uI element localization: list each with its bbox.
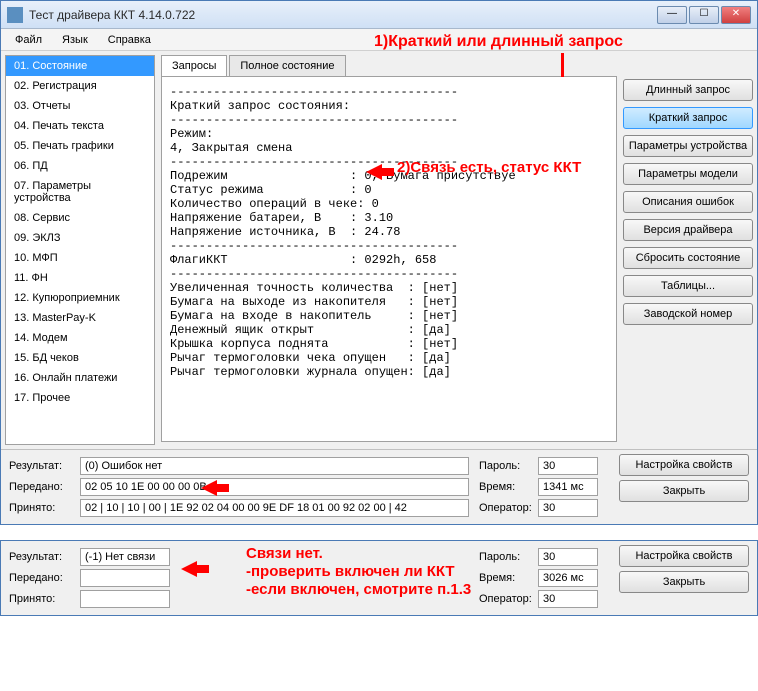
- titlebar: Тест драйвера ККТ 4.14.0.722 — ☐ ✕: [1, 1, 757, 29]
- sidebar-item-mfp[interactable]: 10. МФП: [6, 248, 154, 268]
- error-desc-button[interactable]: Описания ошибок: [623, 191, 753, 213]
- maximize-button[interactable]: ☐: [689, 6, 719, 24]
- sent-label: Передано:: [9, 572, 74, 584]
- arrow-left-icon: [201, 480, 217, 496]
- time-label: Время:: [479, 481, 534, 493]
- sidebar-item-fn[interactable]: 11. ФН: [6, 268, 154, 288]
- recv-label: Принято:: [9, 502, 74, 514]
- password-label: Пароль:: [479, 551, 534, 563]
- sidebar-item-reports[interactable]: 03. Отчеты: [6, 96, 154, 116]
- minimize-button[interactable]: —: [657, 6, 687, 24]
- sidebar-item-eklz[interactable]: 09. ЭКЛЗ: [6, 228, 154, 248]
- password-label: Пароль:: [479, 460, 534, 472]
- tables-button[interactable]: Таблицы...: [623, 275, 753, 297]
- long-query-button[interactable]: Длинный запрос: [623, 79, 753, 101]
- short-query-button[interactable]: Краткий запрос: [623, 107, 753, 129]
- tab-full-state[interactable]: Полное состояние: [229, 55, 345, 76]
- window-title: Тест драйвера ККТ 4.14.0.722: [29, 8, 657, 22]
- password-field[interactable]: [538, 457, 598, 475]
- result-field[interactable]: [80, 457, 469, 475]
- close-button[interactable]: ✕: [721, 6, 751, 24]
- password-field-2[interactable]: [538, 548, 598, 566]
- operator-field[interactable]: [538, 499, 598, 517]
- sidebar-item-pd[interactable]: 06. ПД: [6, 156, 154, 176]
- operator-label: Оператор:: [479, 593, 534, 605]
- close-app-button-2[interactable]: Закрыть: [619, 571, 749, 593]
- arrow-left-icon: [366, 164, 382, 180]
- recv-field[interactable]: [80, 499, 469, 517]
- status-report: ----------------------------------------…: [161, 77, 617, 442]
- operator-field-2[interactable]: [538, 590, 598, 608]
- sidebar-item-modem[interactable]: 14. Модем: [6, 328, 154, 348]
- sidebar-item-registration[interactable]: 02. Регистрация: [6, 76, 154, 96]
- sidebar-item-device-params[interactable]: 07. Параметры устройства: [6, 176, 154, 208]
- time-field[interactable]: [538, 478, 598, 496]
- reset-state-button[interactable]: Сбросить состояние: [623, 247, 753, 269]
- sidebar-item-state[interactable]: 01. Состояние: [6, 56, 154, 76]
- result-label: Результат:: [9, 551, 74, 563]
- menubar: Файл Язык Справка: [1, 29, 757, 51]
- sidebar-item-bill-acceptor[interactable]: 12. Купюроприемник: [6, 288, 154, 308]
- sidebar-item-online-pay[interactable]: 16. Онлайн платежи: [6, 368, 154, 388]
- result-field-2[interactable]: [80, 548, 170, 566]
- properties-button[interactable]: Настройка свойств: [619, 454, 749, 476]
- time-field-2[interactable]: [538, 569, 598, 587]
- tab-queries[interactable]: Запросы: [161, 55, 227, 76]
- sidebar-item-masterpay[interactable]: 13. MasterPay-K: [6, 308, 154, 328]
- arrow-left-icon: [181, 561, 197, 577]
- menu-file[interactable]: Файл: [5, 32, 52, 48]
- recv-label: Принято:: [9, 593, 74, 605]
- sidebar: 01. Состояние 02. Регистрация 03. Отчеты…: [5, 55, 155, 445]
- sidebar-item-print-text[interactable]: 04. Печать текста: [6, 116, 154, 136]
- sidebar-item-other[interactable]: 17. Прочее: [6, 388, 154, 408]
- sidebar-item-print-graphics[interactable]: 05. Печать графики: [6, 136, 154, 156]
- app-icon: [7, 7, 23, 23]
- time-label: Время:: [479, 572, 534, 584]
- sent-field-2[interactable]: [80, 569, 170, 587]
- model-params-button[interactable]: Параметры модели: [623, 163, 753, 185]
- close-app-button[interactable]: Закрыть: [619, 480, 749, 502]
- driver-version-button[interactable]: Версия драйвера: [623, 219, 753, 241]
- serial-number-button[interactable]: Заводской номер: [623, 303, 753, 325]
- properties-button-2[interactable]: Настройка свойств: [619, 545, 749, 567]
- result-label: Результат:: [9, 460, 74, 472]
- device-params-button[interactable]: Параметры устройства: [623, 135, 753, 157]
- sidebar-item-cheque-db[interactable]: 15. БД чеков: [6, 348, 154, 368]
- menu-lang[interactable]: Язык: [52, 32, 98, 48]
- sent-label: Передано:: [9, 481, 74, 493]
- sent-field[interactable]: [80, 478, 469, 496]
- sidebar-item-service[interactable]: 08. Сервис: [6, 208, 154, 228]
- recv-field-2[interactable]: [80, 590, 170, 608]
- menu-help[interactable]: Справка: [98, 32, 161, 48]
- operator-label: Оператор:: [479, 502, 534, 514]
